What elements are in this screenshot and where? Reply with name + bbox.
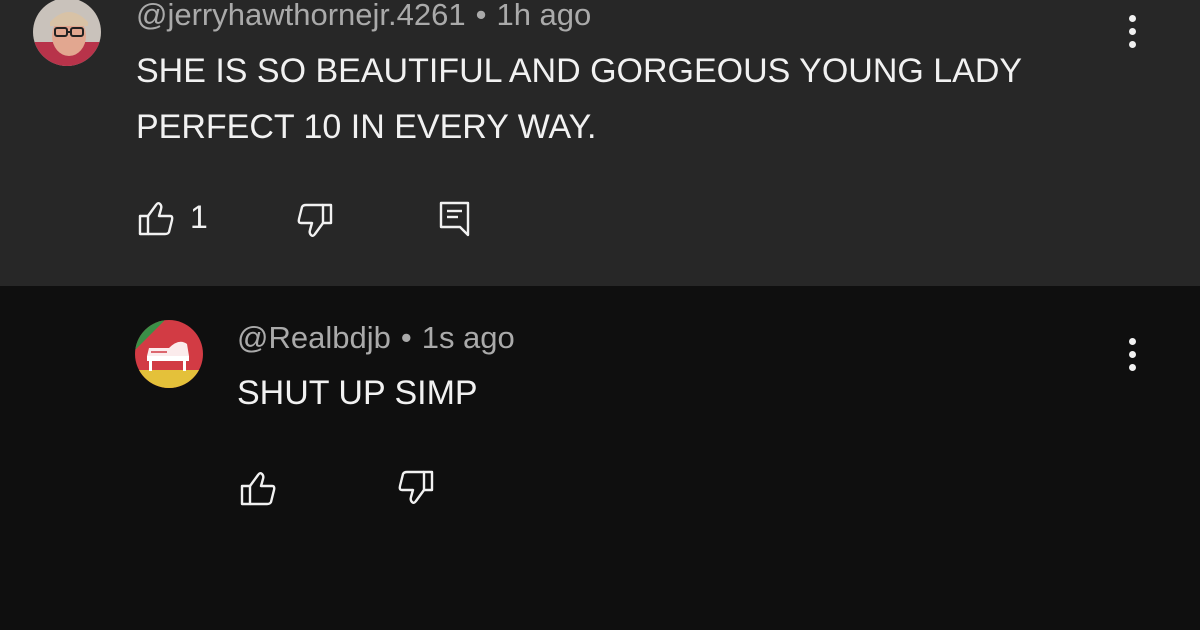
dislike-button[interactable] [397, 469, 435, 507]
more-vert-icon[interactable] [1121, 336, 1145, 376]
author-handle[interactable]: @Realbdjb [237, 320, 391, 355]
comment-meta: @Realbdjb • 1s ago [237, 320, 515, 356]
comment-text: SHUT UP SIMP [237, 374, 478, 412]
thumbs-down-icon [398, 470, 434, 504]
meta-separator: • [475, 0, 487, 32]
avatar[interactable] [33, 0, 101, 66]
like-button[interactable] [137, 199, 175, 237]
comment-time[interactable]: 1s ago [422, 320, 515, 355]
meta-separator: • [400, 320, 412, 355]
author-handle[interactable]: @jerryhawthornejr.4261 [136, 0, 466, 32]
like-count: 1 [190, 199, 208, 235]
comment-meta: @jerryhawthornejr.4261 • 1h ago [136, 0, 591, 33]
like-button[interactable] [239, 469, 277, 507]
thumbs-down-icon [297, 203, 333, 237]
avatar[interactable] [135, 320, 203, 388]
comment-text: SHE IS SO BEAUTIFUL AND GORGEOUS YOUNG L… [136, 52, 1022, 146]
thumbs-up-icon [240, 472, 276, 506]
dislike-button[interactable] [296, 202, 334, 240]
comment-item: @Realbdjb • 1s ago SHUT UP SIMP [0, 286, 1200, 630]
comment-item-highlighted: @jerryhawthornejr.4261 • 1h ago SHE IS SO … [0, 0, 1200, 286]
comment-time[interactable]: 1h ago [496, 0, 591, 32]
reply-icon [439, 201, 470, 237]
reply-button[interactable] [438, 200, 472, 238]
more-vert-icon[interactable] [1121, 13, 1145, 53]
thumbs-up-icon [138, 202, 174, 236]
